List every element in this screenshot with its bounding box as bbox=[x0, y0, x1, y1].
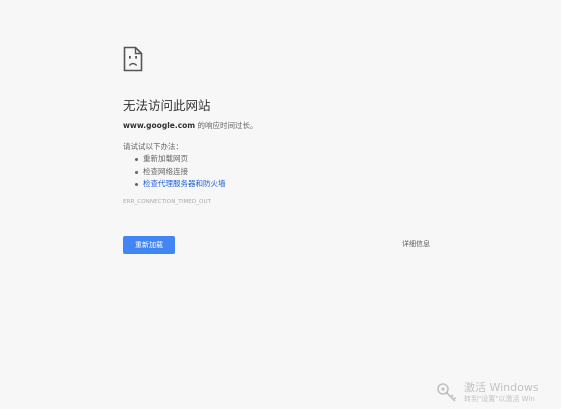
suggestion-check-proxy-link[interactable]: 检查代理服务器和防火墙 bbox=[135, 178, 226, 191]
suggestions-list: 重新加载网页 检查网络连接 检查代理服务器和防火墙 bbox=[135, 153, 226, 191]
page-title: 无法访问此网站 bbox=[123, 98, 211, 113]
details-button[interactable]: 详细信息 bbox=[402, 239, 430, 249]
watermark-title: 激活 Windows bbox=[464, 381, 539, 394]
host-name: www.google.com bbox=[123, 121, 196, 130]
error-summary: www.google.com 的响应时间过长。 bbox=[123, 120, 258, 131]
sad-document-icon bbox=[123, 46, 143, 72]
error-code: ERR_CONNECTION_TIMED_OUT bbox=[123, 199, 212, 205]
error-summary-text: 的响应时间过长。 bbox=[195, 121, 258, 130]
windows-activation-watermark: 激活 Windows 转到"设置"以激活 Win bbox=[436, 379, 561, 409]
watermark-subtitle: 转到"设置"以激活 Win bbox=[464, 395, 535, 403]
suggestions-label: 请试试以下办法： bbox=[123, 142, 183, 151]
reload-button[interactable]: 重新加载 bbox=[123, 236, 175, 254]
suggestion-reload: 重新加载网页 bbox=[135, 153, 226, 166]
suggestion-check-network: 检查网络连接 bbox=[135, 166, 226, 179]
